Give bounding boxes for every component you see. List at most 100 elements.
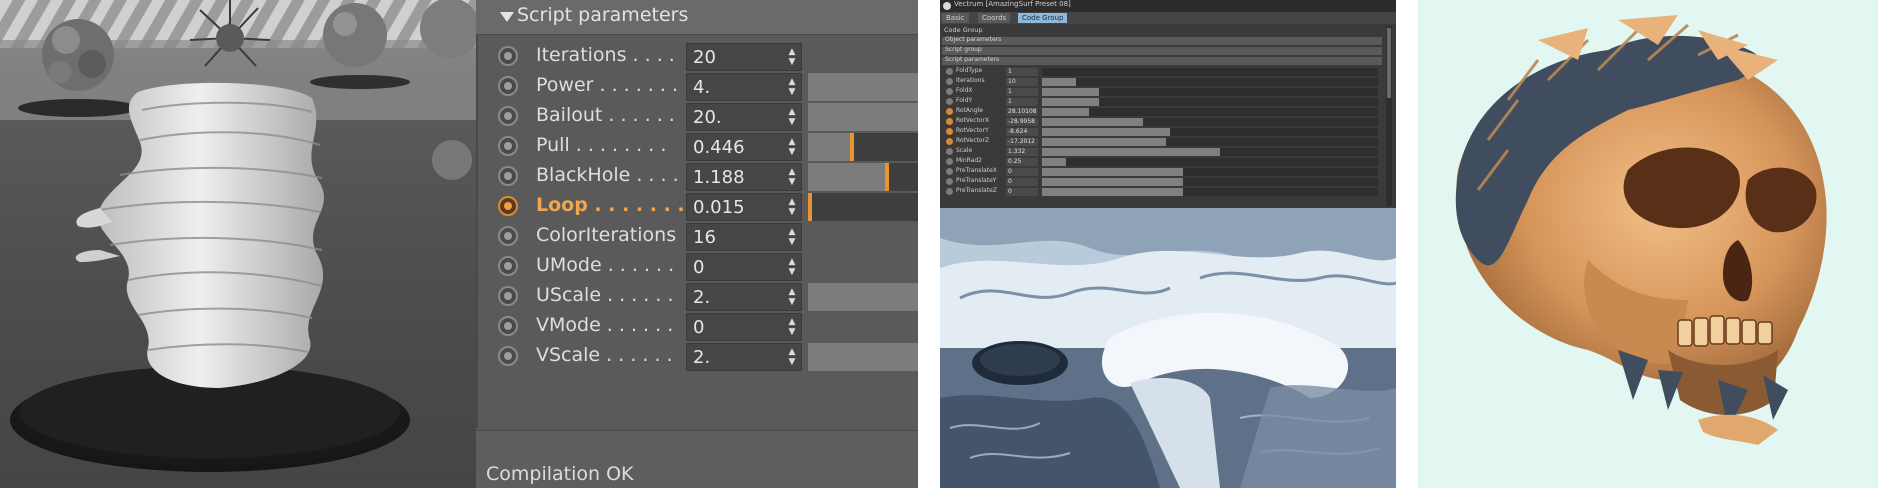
mini-param-slider[interactable]: [1042, 78, 1378, 86]
param-value-field[interactable]: 16 ▲ ▼: [686, 223, 802, 251]
mini-param-slider[interactable]: [1042, 98, 1378, 106]
mini-param-slider[interactable]: [1042, 148, 1378, 156]
script-parameters-header[interactable]: Script parameters: [476, 0, 918, 35]
animate-radio-icon[interactable]: [498, 136, 518, 156]
mini-param-slider[interactable]: [1042, 168, 1378, 176]
mini-param-field[interactable]: 1: [1006, 88, 1038, 96]
mini-param-field[interactable]: 1: [1006, 68, 1038, 76]
param-value-field[interactable]: 20 ▲ ▼: [686, 43, 802, 71]
param-value-field[interactable]: 0.015 ▲ ▼: [686, 193, 802, 221]
mini-param-label: FoldY: [956, 97, 973, 104]
tab-code-group[interactable]: Code Group: [1018, 13, 1068, 23]
group-script-parameters[interactable]: Script parameters: [942, 56, 1382, 65]
animate-radio-icon[interactable]: [498, 166, 518, 186]
mini-param-field[interactable]: 0: [1006, 178, 1038, 186]
stepper-arrows-icon[interactable]: ▲ ▼: [787, 227, 797, 247]
stepper-arrows-icon[interactable]: ▲ ▼: [787, 317, 797, 337]
animate-radio-icon[interactable]: [498, 46, 518, 66]
scrollbar[interactable]: [1386, 26, 1392, 206]
stepper-arrows-icon[interactable]: ▲ ▼: [787, 197, 797, 217]
param-value-field[interactable]: 2. ▲ ▼: [686, 283, 802, 311]
mini-param-row: RotVectorZ -17.2012: [942, 137, 1382, 147]
mini-radio-icon[interactable]: [946, 168, 953, 175]
stepper-arrows-icon[interactable]: ▲ ▼: [787, 47, 797, 67]
param-value-field[interactable]: 0.446 ▲ ▼: [686, 133, 802, 161]
animate-radio-icon[interactable]: [498, 196, 518, 216]
mini-param-label: RotAngle: [956, 107, 983, 114]
param-slider[interactable]: [808, 163, 918, 191]
mini-radio-icon[interactable]: [946, 98, 953, 105]
mini-radio-icon[interactable]: [946, 118, 953, 125]
mini-param-field[interactable]: -28.9958: [1006, 118, 1038, 126]
tab-coords[interactable]: Coords: [978, 13, 1011, 23]
mini-param-slider[interactable]: [1042, 68, 1378, 76]
animate-radio-icon[interactable]: [498, 226, 518, 246]
param-value-field[interactable]: 0 ▲ ▼: [686, 253, 802, 281]
param-slider[interactable]: [808, 283, 918, 311]
mini-param-row: PreTranslateX 0: [942, 167, 1382, 177]
mini-radio-icon[interactable]: [946, 88, 953, 95]
param-value-field[interactable]: 1.188 ▲ ▼: [686, 163, 802, 191]
mini-param-row: RotVectorY -8.624: [942, 127, 1382, 137]
animate-radio-icon[interactable]: [498, 346, 518, 366]
mini-radio-icon[interactable]: [946, 178, 953, 185]
slider-handle[interactable]: [808, 193, 812, 221]
animate-radio-icon[interactable]: [498, 106, 518, 126]
animate-radio-icon[interactable]: [498, 316, 518, 336]
animate-radio-icon[interactable]: [498, 286, 518, 306]
mini-param-field[interactable]: -8.624: [1006, 128, 1038, 136]
scrollbar-thumb[interactable]: [1387, 28, 1391, 98]
mini-param-field[interactable]: -17.2012: [1006, 138, 1038, 146]
param-value-field[interactable]: 4. ▲ ▼: [686, 73, 802, 101]
mini-param-field[interactable]: 1: [1006, 98, 1038, 106]
mini-radio-icon[interactable]: [946, 108, 953, 115]
mini-param-slider[interactable]: [1042, 188, 1378, 196]
slider-handle[interactable]: [885, 163, 889, 191]
group-script-group[interactable]: Script group: [942, 46, 1382, 55]
param-slider[interactable]: [808, 103, 918, 131]
param-value-field[interactable]: 20. ▲ ▼: [686, 103, 802, 131]
mini-radio-icon[interactable]: [946, 158, 953, 165]
mini-param-field[interactable]: 1.332: [1006, 148, 1038, 156]
stepper-arrows-icon[interactable]: ▲ ▼: [787, 107, 797, 127]
stepper-arrows-icon[interactable]: ▲ ▼: [787, 287, 797, 307]
param-value-field[interactable]: 2. ▲ ▼: [686, 343, 802, 371]
stepper-arrows-icon[interactable]: ▲ ▼: [787, 167, 797, 187]
mini-radio-icon[interactable]: [946, 148, 953, 155]
mini-param-field[interactable]: 10: [1006, 78, 1038, 86]
mini-param-slider[interactable]: [1042, 108, 1378, 116]
mini-radio-icon[interactable]: [946, 138, 953, 145]
mini-radio-icon[interactable]: [946, 128, 953, 135]
mini-param-field[interactable]: 28.10108: [1006, 108, 1038, 116]
mini-param-slider[interactable]: [1042, 178, 1378, 186]
group-object-parameters[interactable]: Object parameters: [942, 36, 1382, 45]
stepper-arrows-icon[interactable]: ▲ ▼: [787, 77, 797, 97]
stepper-arrows-icon[interactable]: ▲ ▼: [787, 137, 797, 157]
mini-param-slider[interactable]: [1042, 88, 1378, 96]
slider-handle[interactable]: [850, 133, 854, 161]
stepper-arrows-icon[interactable]: ▲ ▼: [787, 257, 797, 277]
mini-param-field[interactable]: 0.25: [1006, 158, 1038, 166]
mini-radio-icon[interactable]: [946, 78, 953, 85]
param-slider[interactable]: [808, 73, 918, 101]
window-titlebar[interactable]: Vectrum [AmazingSurf Preset 08]: [940, 0, 1396, 12]
mini-param-slider[interactable]: [1042, 138, 1378, 146]
mini-param-slider[interactable]: [1042, 118, 1378, 126]
animate-radio-icon[interactable]: [498, 76, 518, 96]
tab-basic[interactable]: Basic: [942, 13, 969, 23]
mini-param-slider[interactable]: [1042, 158, 1378, 166]
mini-param-slider[interactable]: [1042, 128, 1378, 136]
mini-param-field[interactable]: 0: [1006, 168, 1038, 176]
param-slider[interactable]: [808, 133, 918, 161]
param-slider[interactable]: [808, 343, 918, 371]
animate-radio-icon[interactable]: [498, 256, 518, 276]
mini-param-field[interactable]: 0: [1006, 188, 1038, 196]
stepper-arrows-icon[interactable]: ▲ ▼: [787, 347, 797, 367]
param-label: UScale . . . . . .: [536, 284, 674, 306]
param-value-field[interactable]: 0 ▲ ▼: [686, 313, 802, 341]
collapse-triangle-icon[interactable]: [500, 12, 514, 22]
param-slider[interactable]: [808, 193, 918, 221]
mini-radio-icon[interactable]: [946, 68, 953, 75]
compile-status: Compilation OK: [486, 463, 634, 485]
mini-radio-icon[interactable]: [946, 188, 953, 195]
